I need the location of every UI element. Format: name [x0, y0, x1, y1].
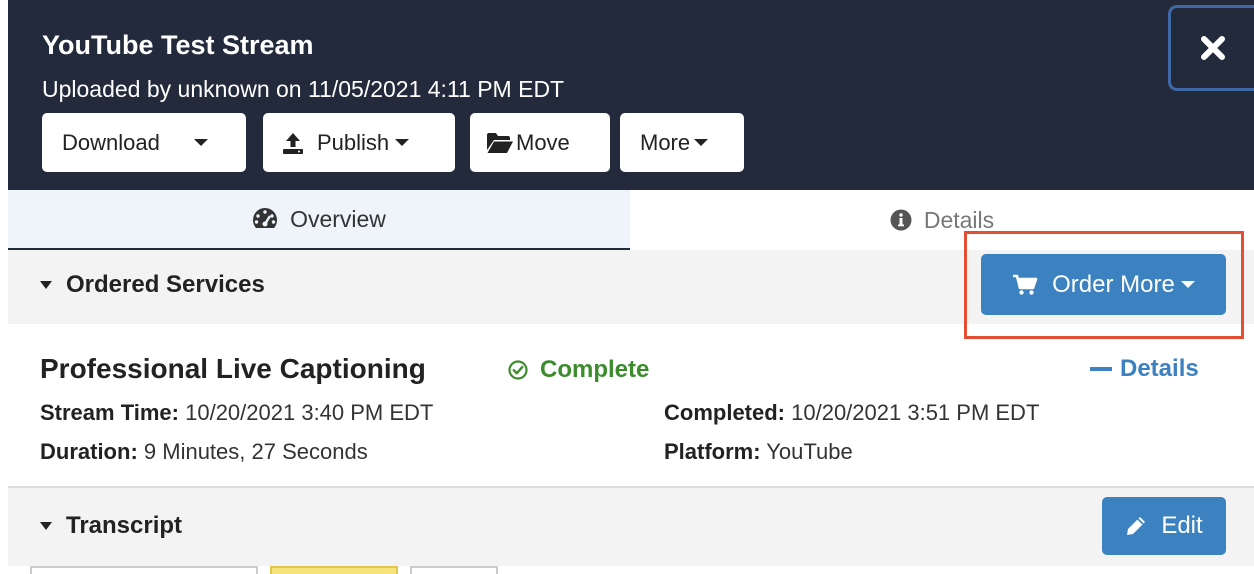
download-button[interactable]: Download [42, 113, 246, 172]
folder-open-icon [487, 132, 513, 153]
stream-time: Stream Time: 10/20/2021 3:40 PM EDT [40, 400, 434, 425]
pencil-icon [1127, 517, 1146, 535]
tab-details[interactable]: Details [630, 190, 1254, 250]
minus-icon [1090, 367, 1112, 371]
tab-overview[interactable]: Overview [8, 190, 630, 250]
chevron-down-icon [395, 139, 410, 146]
close-icon [1200, 36, 1225, 60]
upload-icon [283, 132, 303, 154]
check-circle-icon [508, 360, 528, 380]
move-label: Move [516, 129, 570, 155]
section-title: Transcript [40, 512, 182, 540]
transcript-control[interactable] [30, 566, 258, 574]
tab-overview-label: Overview [290, 205, 386, 232]
duration: Duration: 9 Minutes, 27 Seconds [40, 439, 368, 464]
order-more-button[interactable]: Order More [981, 254, 1226, 315]
more-button[interactable]: More [620, 113, 744, 172]
edit-button[interactable]: Edit [1102, 497, 1226, 555]
section-title: Ordered Services [40, 271, 265, 299]
platform: Platform: YouTube [664, 439, 853, 464]
page-title: YouTube Test Stream [42, 30, 314, 60]
download-label: Download [62, 129, 160, 155]
move-button[interactable]: Move [470, 113, 610, 172]
edit-label: Edit [1161, 512, 1203, 539]
status-badge: Complete [508, 356, 649, 384]
order-more-label: Order More [1052, 270, 1175, 298]
service-name: Professional Live Captioning [40, 353, 426, 384]
upload-info: Uploaded by unknown on 11/05/2021 4:11 P… [42, 76, 565, 102]
transcript-header[interactable]: Transcript [8, 486, 1254, 566]
transcript-control[interactable] [410, 566, 498, 574]
close-button[interactable] [1168, 5, 1254, 91]
details-toggle-link[interactable]: Details [1090, 355, 1199, 383]
publish-button[interactable]: Publish [263, 113, 455, 172]
caret-down-icon [40, 281, 52, 289]
completed-time: Completed: 10/20/2021 3:51 PM EDT [664, 400, 1040, 425]
chevron-down-icon [694, 139, 709, 146]
tab-details-label: Details [923, 206, 995, 233]
caret-down-icon [40, 522, 52, 530]
cart-icon [1013, 274, 1038, 295]
transcript-control[interactable] [270, 566, 398, 574]
more-label: More [640, 129, 691, 155]
publish-label: Publish [317, 129, 390, 155]
chevron-down-icon [1180, 281, 1195, 288]
media-header: YouTube Test Stream Uploaded by unknown … [8, 0, 1254, 190]
chevron-down-icon [193, 139, 208, 146]
info-icon [890, 209, 912, 231]
tab-bar: Overview Details [8, 190, 1254, 250]
dashboard-icon [253, 208, 278, 228]
